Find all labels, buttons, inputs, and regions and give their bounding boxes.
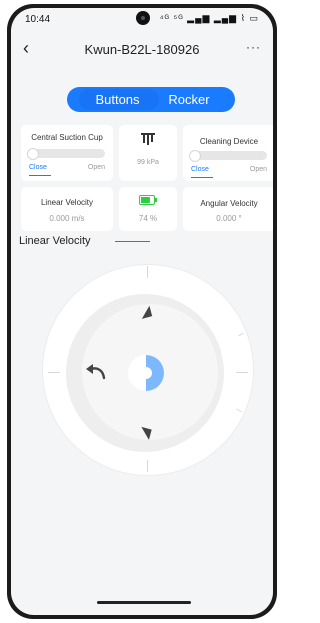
suction-cup-card: Central Suction Cup Close Open xyxy=(21,125,113,181)
battery-card: 74 % xyxy=(119,187,177,231)
joystick-handle[interactable] xyxy=(128,355,164,391)
tab-buttons[interactable]: Buttons xyxy=(75,87,160,112)
linear-velocity-legend-line xyxy=(115,241,150,242)
angular-velocity-label: Angular Velocity xyxy=(200,199,258,208)
suction-cup-toggle[interactable] xyxy=(29,149,105,158)
top-nav: ‹ Kwun-B22L-180926 ··· xyxy=(11,38,273,64)
battery-value: 74 % xyxy=(138,214,158,223)
cleaning-device-toggle-knob[interactable] xyxy=(189,150,201,162)
cleaning-device-toggle[interactable] xyxy=(191,151,267,160)
angular-velocity-value: 0.000 ° xyxy=(216,214,242,223)
suction-cup-close-option[interactable]: Close xyxy=(29,164,47,171)
pressure-card: 99 kPa xyxy=(119,125,177,181)
status-time: 10:44 xyxy=(25,14,51,25)
tab-rocker[interactable]: Rocker xyxy=(149,87,229,112)
joystick-handle-center xyxy=(140,367,152,379)
more-icon[interactable]: ··· xyxy=(246,40,261,54)
linear-velocity-section-title: Linear Velocity xyxy=(19,235,91,247)
cleaning-device-card: Cleaning Device Close Open xyxy=(183,125,273,181)
linear-velocity-label: Linear Velocity xyxy=(40,198,94,207)
cleaning-device-selected-underline xyxy=(191,177,213,178)
joystick-tick-top xyxy=(147,266,148,278)
suction-cup-toggle-knob[interactable] xyxy=(27,148,39,160)
status-bar: 10:44 ⁴ᴳ ⁵ᴳ ▂▄▆ ▂▄▆ ⌇ ▭ xyxy=(11,8,273,32)
linear-velocity-value: 0.000 m/s xyxy=(49,214,85,223)
suction-cup-label: Central Suction Cup xyxy=(31,133,103,142)
cleaning-device-label: Cleaning Device xyxy=(199,137,259,146)
battery-icon xyxy=(139,195,157,205)
pressure-value: 99 kPa xyxy=(137,159,159,166)
cleaning-device-close-option[interactable]: Close xyxy=(191,166,209,173)
joystick-tick-right xyxy=(236,372,248,373)
suction-cup-selected-underline xyxy=(29,175,51,176)
suction-cup-open-option[interactable]: Open xyxy=(88,164,105,171)
home-indicator xyxy=(97,601,191,604)
page-title: Kwun-B22L-180926 xyxy=(84,42,200,57)
linear-velocity-card: Linear Velocity 0.000 m/s xyxy=(21,187,113,231)
cleaning-device-open-option[interactable]: Open xyxy=(250,166,267,173)
status-icons: ⁴ᴳ ⁵ᴳ ▂▄▆ ▂▄▆ ⌇ ▭ xyxy=(159,13,259,23)
joystick-tick-left xyxy=(48,372,60,373)
rotate-left-arrow-icon[interactable] xyxy=(85,363,107,381)
pressure-icon xyxy=(141,133,155,145)
camera-cutout xyxy=(136,11,150,25)
joystick-tick-bottom xyxy=(147,460,148,472)
angular-velocity-card: Angular Velocity 0.000 ° xyxy=(183,187,273,231)
mode-segmented-control: Buttons Rocker xyxy=(67,87,235,112)
